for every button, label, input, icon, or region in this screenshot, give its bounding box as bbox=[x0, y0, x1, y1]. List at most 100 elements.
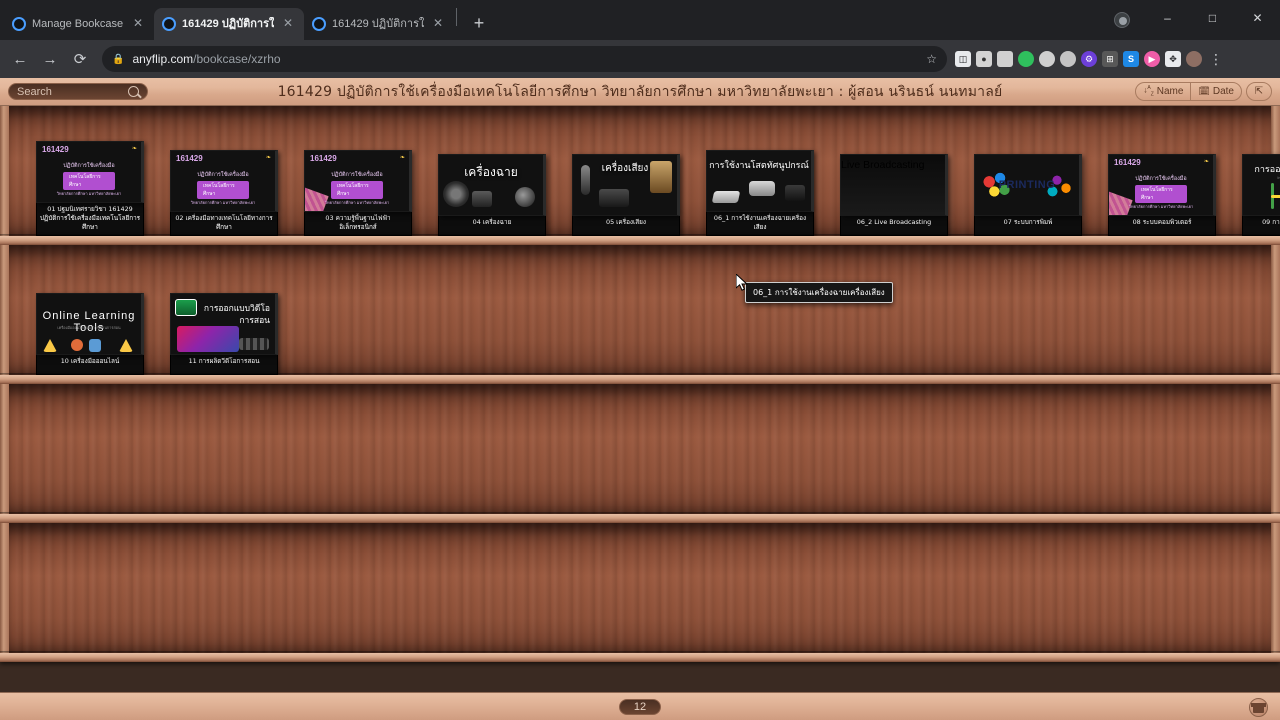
book-count-badge: 12 bbox=[619, 698, 661, 715]
page-title: 161429 ปฏิบัติการใช้เครื่องมือเทคโนโลยีก… bbox=[277, 83, 1003, 100]
book-item[interactable]: เครื่องฉาย 04 เครื่องฉาย bbox=[438, 154, 546, 236]
cover-course-number: 161429 bbox=[1114, 158, 1141, 167]
book-item[interactable]: 161429 ❧ ปฏิบัติการใช้เครื่องมือ เทคโนโล… bbox=[304, 150, 412, 236]
book-cover: การออกแบบการสอน Instructional Design bbox=[1242, 154, 1280, 216]
address-bar[interactable]: 🔒 anyflip.com/bookcase/xzrho ☆ bbox=[102, 46, 947, 72]
puzzle-extension-icon[interactable]: ✥ bbox=[1165, 51, 1181, 67]
cover-line-2: วิทยาลัยการศึกษา มหาวิทยาลัยพะเยา bbox=[190, 200, 256, 205]
reload-button[interactable]: ⟳ bbox=[66, 45, 94, 73]
browser-tab-3[interactable]: 161429 ปฏิบัติการใช้เครื่องมือเทคโนโล ✕ bbox=[304, 8, 454, 40]
book-item[interactable]: 161429 ❧ ปฏิบัติการใช้เครื่องมือ เทคโนโล… bbox=[36, 141, 144, 236]
person-graphic-mid2 bbox=[89, 339, 101, 352]
shelf-row-2: Online Learning Tools เครื่องมือออนไลน์เ… bbox=[0, 245, 1280, 384]
book-caption: 05 เครื่องเสียง bbox=[572, 216, 680, 236]
reading-list-icon[interactable]: ◫ bbox=[955, 51, 971, 67]
sort-by-name-button[interactable]: ↓AZ Name bbox=[1136, 83, 1190, 100]
browser-tab-2[interactable]: 161429 ปฏิบัติการใช้เครื่องมือเทคโนโล ✕ bbox=[154, 8, 304, 40]
new-tab-button[interactable]: + bbox=[465, 10, 493, 38]
url-host: anyflip.com bbox=[132, 52, 194, 66]
shelf-backboard bbox=[0, 384, 1280, 516]
cover-title: เครื่องฉาย bbox=[464, 165, 518, 179]
cover-course-number: 161429 bbox=[310, 154, 337, 163]
book-item[interactable]: Live Broadcasting 06_2 Live Broadcasting bbox=[840, 154, 948, 236]
book-item[interactable]: 161429 ❧ ปฏิบัติการใช้เครื่องมือ เทคโนโล… bbox=[170, 150, 278, 236]
back-button[interactable]: ← bbox=[6, 45, 34, 73]
share-icon: ⇱ bbox=[1254, 86, 1264, 97]
minimize-button[interactable]: – bbox=[1145, 0, 1190, 36]
calendar-icon: 🗓 bbox=[1198, 86, 1210, 96]
book-item[interactable]: การใช้งานโสตทัศนูปกรณ์ 06_1 การใช้งานเคร… bbox=[706, 150, 814, 236]
book-tooltip: 06_1 การใช้งานเครื่องฉายเครื่องเสียง bbox=[745, 282, 893, 303]
s-logo-icon[interactable]: S bbox=[1123, 51, 1139, 67]
camera-icon[interactable] bbox=[1039, 51, 1055, 67]
editor-ui-graphic bbox=[177, 326, 239, 352]
shelf-row-4 bbox=[0, 523, 1280, 662]
cover-line-2: วิทยาลัยการศึกษา มหาวิทยาลัยพะเยา bbox=[56, 191, 122, 196]
sort-button-group: ↓AZ Name 🗓 Date bbox=[1135, 82, 1242, 101]
grid-icon[interactable]: ⊞ bbox=[1102, 51, 1118, 67]
book-item[interactable]: PRINTING 07 ระบบการพิมพ์ bbox=[974, 154, 1082, 236]
cloud-icon[interactable] bbox=[1060, 51, 1076, 67]
person-graphic-left bbox=[43, 339, 57, 352]
shelf-row-1: 161429 ❧ ปฏิบัติการใช้เครื่องมือ เทคโนโล… bbox=[0, 106, 1280, 245]
cover-badge-icon: ❧ bbox=[131, 146, 137, 152]
book-item[interactable]: Online Learning Tools เครื่องมือออนไลน์เ… bbox=[36, 293, 144, 375]
book-item[interactable]: การออกแบบวิดีโอ การสอน 11 การผลิตวีดีโอก… bbox=[170, 293, 278, 375]
cover-chip: เทคโนโลยีการศึกษา bbox=[197, 181, 249, 199]
axis-arrow-yellow bbox=[1271, 195, 1280, 198]
bookmark-star-icon[interactable]: ☆ bbox=[926, 52, 937, 66]
cover-title: เครื่องเสียง bbox=[601, 163, 649, 174]
share-button[interactable]: ⇱ bbox=[1246, 82, 1272, 101]
shelf-2-books: Online Learning Tools เครื่องมือออนไลน์เ… bbox=[0, 245, 1280, 375]
browser-tab-1[interactable]: Manage Bookcase | AnyFlip ✕ bbox=[4, 8, 154, 40]
url-path: /bookcase/xzrho bbox=[193, 52, 281, 66]
pink-arrow-icon[interactable]: ▶ bbox=[1144, 51, 1160, 67]
profile-avatar-icon[interactable] bbox=[1114, 12, 1130, 28]
settings-gear-icon[interactable]: ⚙ bbox=[1081, 51, 1097, 67]
book-caption: 09 การออกแบบการสอน bbox=[1242, 216, 1280, 236]
tab-title: 161429 ปฏิบัติการใช้เครื่องมือเทคโนโล bbox=[182, 18, 274, 30]
green-shield-icon[interactable] bbox=[1018, 51, 1034, 67]
shelves-container: 161429 ❧ ปฏิบัติการใช้เครื่องมือ เทคโนโล… bbox=[0, 106, 1280, 692]
mixer-graphic bbox=[599, 189, 629, 207]
cover-subtitle: เครื่องมือออนไลน์เพื่อการเรียนการสอน bbox=[57, 326, 121, 330]
book-cover: 161429 ❧ ปฏิบัติการใช้เครื่องมือ เทคโนโล… bbox=[304, 150, 412, 212]
search-placeholder: Search bbox=[17, 85, 52, 98]
close-window-button[interactable]: ✕ bbox=[1235, 0, 1280, 36]
skin-theme-button[interactable] bbox=[1249, 698, 1268, 717]
cover-course-number: 161429 bbox=[42, 145, 69, 154]
book-item[interactable]: การออกแบบการสอน Instructional Design 09 … bbox=[1242, 154, 1280, 236]
camera-graphic bbox=[472, 191, 492, 207]
video-thumb-graphic bbox=[175, 299, 197, 316]
book-cover: เครื่องเสียง bbox=[572, 154, 680, 216]
book-item[interactable]: 161429 ❧ ปฏิบัติการใช้เครื่องมือ เทคโนโล… bbox=[1108, 154, 1216, 236]
chrome-menu-icon[interactable]: ⋮ bbox=[1207, 51, 1225, 68]
search-icon[interactable] bbox=[128, 86, 139, 97]
anyflip-favicon-icon bbox=[12, 17, 26, 31]
tab-close-icon[interactable]: ✕ bbox=[130, 16, 146, 32]
cover-line-2: วิทยาลัยการศึกษา มหาวิทยาลัยพะเยา bbox=[324, 200, 390, 205]
cover-course-number: 161429 bbox=[176, 154, 203, 163]
book-caption: 06_2 Live Broadcasting bbox=[840, 216, 948, 236]
comment-bubble-icon[interactable]: ● bbox=[976, 51, 992, 67]
book-caption: 04 เครื่องฉาย bbox=[438, 216, 546, 236]
tab-close-icon[interactable]: ✕ bbox=[280, 16, 296, 32]
window-controls: – □ ✕ bbox=[1145, 0, 1280, 36]
book-caption: 06_1 การใช้งานเครื่องฉายเครื่องเสียง bbox=[706, 212, 814, 236]
cover-line-1: ปฏิบัติการใช้เครื่องมือ bbox=[331, 172, 383, 178]
book-cover: Online Learning Tools เครื่องมือออนไลน์เ… bbox=[36, 293, 144, 355]
book-item[interactable]: เครื่องเสียง 05 เครื่องเสียง bbox=[572, 154, 680, 236]
profile-avatar-icon[interactable] bbox=[1186, 51, 1202, 67]
forward-button[interactable]: → bbox=[36, 45, 64, 73]
sort-by-date-button[interactable]: 🗓 Date bbox=[1190, 83, 1241, 100]
screenshot-icon[interactable] bbox=[997, 51, 1013, 67]
book-caption: 07 ระบบการพิมพ์ bbox=[974, 216, 1082, 236]
cover-badge-icon: ❧ bbox=[399, 155, 405, 161]
bookcase-header: Search 161429 ปฏิบัติการใช้เครื่องมือเทค… bbox=[0, 78, 1280, 106]
book-caption: 08 ระบบคอมพิวเตอร์ bbox=[1108, 216, 1216, 236]
book-cover: 161429 ❧ ปฏิบัติการใช้เครื่องมือ เทคโนโล… bbox=[1108, 154, 1216, 216]
search-input[interactable]: Search bbox=[8, 83, 148, 100]
book-cover: PRINTING bbox=[974, 154, 1082, 216]
tab-close-icon[interactable]: ✕ bbox=[430, 16, 446, 32]
maximize-button[interactable]: □ bbox=[1190, 0, 1235, 36]
